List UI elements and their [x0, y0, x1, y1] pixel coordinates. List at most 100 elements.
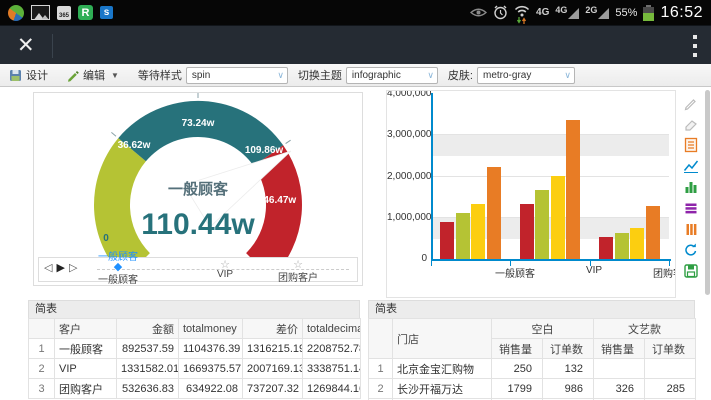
table-title: 简表: [368, 300, 695, 318]
theme-label: 切换主题: [298, 67, 342, 83]
eraser-icon[interactable]: [683, 116, 699, 132]
overflow-menu-icon[interactable]: [693, 35, 697, 57]
bar-chart-panel: 4,000,000 3,000,000 2,000,000 1,000,000 …: [386, 90, 676, 298]
gauge-axis-label: 109.86w: [245, 145, 284, 156]
table-cell: 一般顾客: [55, 339, 117, 359]
table-cell: 北京金宝汇购物: [393, 359, 492, 379]
table-cell: 986: [543, 379, 594, 399]
bar-totalmoney: [615, 233, 629, 259]
edit-caret-icon: ▼: [111, 71, 119, 80]
skin-select[interactable]: metro-gray ∨: [477, 67, 575, 84]
bar-金额: [599, 237, 613, 259]
table-cell: 1331582.01: [117, 359, 179, 379]
line-chart-icon[interactable]: [683, 158, 699, 174]
tiled-icon[interactable]: [683, 221, 699, 237]
bar-totalmoney: [535, 190, 549, 259]
x-axis-label: VIP: [586, 265, 602, 276]
status-indicators: 4G 4G 2G 55% 16:52: [470, 4, 711, 22]
vertical-scrollbar[interactable]: [705, 90, 710, 295]
bar-差价: [551, 176, 565, 259]
timeline-next-button[interactable]: ▷: [69, 261, 77, 274]
notification-icons: 365 R s: [0, 5, 113, 21]
x-axis-label: 团购客户: [653, 265, 676, 280]
bar-chart-icon[interactable]: [683, 179, 699, 195]
col-customer: 客户: [55, 319, 117, 339]
edit-button[interactable]: 编辑 ▼: [57, 64, 128, 86]
y-axis-label: 3,000,000: [387, 129, 427, 140]
y-axis-label: 0: [387, 253, 427, 264]
table-cell: 1: [29, 339, 55, 359]
skin-label: 皮肤:: [448, 67, 473, 83]
timeline-play-button[interactable]: ▶: [56, 261, 64, 274]
signal-4g-icon: 4G: [555, 6, 579, 19]
timeline-control: ◁ ▶ ▷ 一般顾客 ◆ 一般顾客 ☆ VIP ☆ 团购客户: [38, 257, 358, 282]
gallery-icon: [31, 5, 50, 20]
table-row: 2长沙开福万达1799986326285: [369, 379, 696, 399]
table-row: 1北京金宝汇购物250132: [369, 359, 696, 379]
col-amount: 金额: [117, 319, 179, 339]
col-orders: 订单数: [645, 339, 696, 359]
y-axis-label: 1,000,000: [387, 212, 427, 223]
table-cell: 132: [543, 359, 594, 379]
table-cell: 1104376.39: [179, 339, 243, 359]
table-cell: 2007169.13: [243, 359, 303, 379]
wait-style-select[interactable]: spin ∨: [186, 67, 288, 84]
smart-stay-eye-icon: [470, 7, 487, 18]
gauge-axis-label: 73.24w: [182, 118, 215, 129]
timeline-item-active[interactable]: ◆ 一般顾客: [98, 263, 138, 286]
alarm-icon: [493, 5, 508, 20]
wifi-icon: [514, 4, 530, 22]
network-4g-badge: 4G: [536, 7, 549, 18]
table-cell: 1799: [492, 379, 543, 399]
table-cell: 2: [369, 379, 393, 399]
chevron-down-icon: ∨: [277, 70, 284, 81]
stack-icon[interactable]: [683, 200, 699, 216]
group-artsy: 文艺款: [594, 319, 696, 339]
col-store: 门店: [393, 319, 492, 359]
bar-totaldecimal: [566, 120, 580, 259]
table-cell: 532636.83: [117, 379, 179, 399]
summary-table-left: 简表 客户 金额 totalmoney 差价 totaldecimal 1一般顾…: [28, 300, 360, 399]
page: 365 R s: [0, 0, 711, 400]
floppy-design-icon: [9, 69, 22, 82]
table-cell: 892537.59: [117, 339, 179, 359]
table-cell: 2: [29, 359, 55, 379]
close-icon[interactable]: ✕: [0, 33, 52, 58]
table-cell: 1269844.16: [303, 379, 361, 399]
table-cell: 3338751.14: [303, 359, 361, 379]
table-cell: 2208752.78: [303, 339, 361, 359]
timeline-star-icon: ☆: [217, 261, 233, 269]
timeline-prev-button[interactable]: ◁: [44, 261, 52, 274]
timeline-item[interactable]: ☆ VIP: [217, 261, 233, 280]
table-row: 1一般顾客892537.591104376.391316215.19220875…: [29, 339, 361, 359]
x-axis-label: 一般顾客: [495, 265, 535, 280]
battery-percent: 55%: [615, 7, 637, 19]
gauge-title: 一般顾客: [168, 180, 229, 198]
bar-金额: [440, 222, 454, 259]
chevron-down-icon: ∨: [427, 70, 434, 81]
bar-差价: [471, 204, 485, 259]
restore-refresh-icon[interactable]: [683, 242, 699, 258]
bar-totaldecimal: [487, 167, 501, 259]
theme-select[interactable]: infographic ∨: [346, 67, 438, 84]
table-cell: 长沙开福万达: [393, 379, 492, 399]
save-image-icon[interactable]: [683, 263, 699, 279]
table-cell: VIP: [55, 359, 117, 379]
design-button[interactable]: 设计: [0, 64, 57, 86]
table-cell: 1316215.19: [243, 339, 303, 359]
s-messenger-icon: s: [100, 6, 113, 19]
gauge-axis-label: 0: [103, 233, 109, 244]
bar-totaldecimal: [646, 206, 660, 259]
data-view-icon[interactable]: [683, 137, 699, 153]
timeline-checkpoint-icon: ◆: [98, 263, 138, 271]
r-app-icon: R: [78, 5, 93, 20]
table-cell: [645, 359, 696, 379]
timeline-item[interactable]: ☆ 团购客户: [278, 261, 318, 284]
table-cell: 3: [29, 379, 55, 399]
x-axis: [431, 259, 671, 261]
circular-app-icon: [8, 5, 24, 21]
table-cell: 250: [492, 359, 543, 379]
mark-pencil-icon[interactable]: [683, 95, 699, 111]
table-cell: 团购客户: [55, 379, 117, 399]
bar-金额: [520, 204, 534, 259]
